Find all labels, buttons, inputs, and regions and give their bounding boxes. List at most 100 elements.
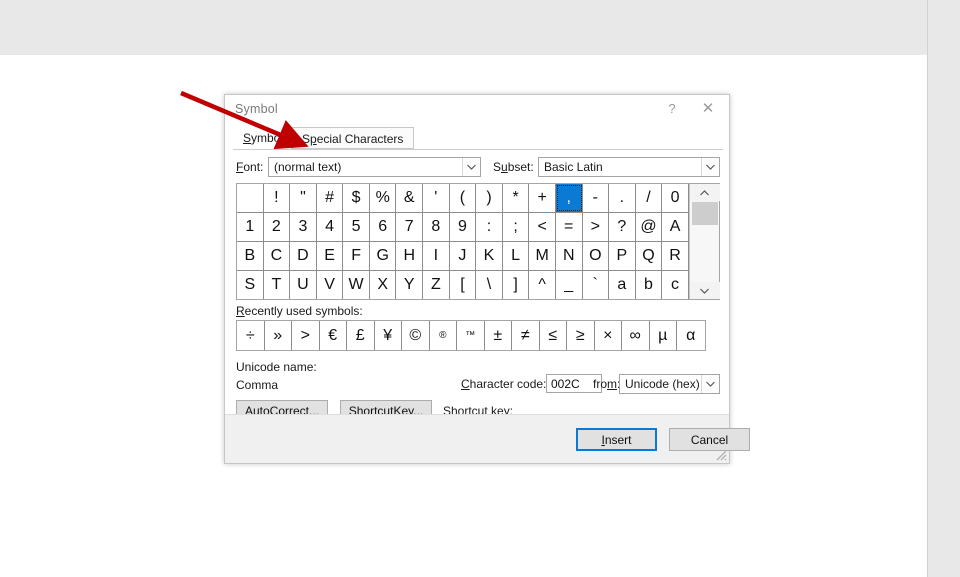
character-cell[interactable]: " (290, 184, 317, 212)
character-cell[interactable]: # (317, 184, 344, 212)
character-cell[interactable]: D (290, 242, 317, 270)
character-cell[interactable] (237, 184, 264, 212)
character-cell[interactable]: T (264, 271, 291, 299)
recent-symbol-cell[interactable]: × (595, 321, 622, 350)
character-cell[interactable]: ? (609, 213, 636, 241)
character-cell[interactable]: c (662, 271, 689, 299)
cancel-button[interactable]: Cancel (669, 428, 750, 451)
help-icon[interactable]: ? (655, 95, 689, 123)
recent-symbol-cell[interactable]: € (320, 321, 347, 350)
character-cell[interactable]: ) (476, 184, 503, 212)
character-cell[interactable]: = (556, 213, 583, 241)
character-cell[interactable]: 2 (264, 213, 291, 241)
character-cell[interactable]: 7 (396, 213, 424, 241)
character-cell[interactable]: H (396, 242, 424, 270)
chevron-down-icon[interactable] (701, 375, 719, 393)
character-cell[interactable]: % (370, 184, 397, 212)
close-icon[interactable]: ✕ (691, 95, 725, 123)
character-cell[interactable]: > (583, 213, 610, 241)
recent-symbol-cell[interactable]: ™ (457, 321, 485, 350)
character-cell[interactable]: 5 (343, 213, 370, 241)
character-grid[interactable]: ! " # $% & '() * +, -./0 1 2 3 4 5 6 7 8 9:; < = >? @ A B C D E F G H… (236, 183, 720, 300)
character-cell[interactable]: 4 (317, 213, 344, 241)
recent-symbol-cell[interactable]: ≤ (540, 321, 567, 350)
character-cell[interactable]: a (609, 271, 636, 299)
character-cell[interactable]: ' (423, 184, 450, 212)
recent-symbol-cell[interactable]: > (292, 321, 320, 350)
dialog-titlebar[interactable]: Symbol ? ✕ (225, 95, 729, 125)
chevron-down-icon[interactable] (462, 158, 480, 176)
character-cell[interactable]: + (529, 184, 556, 212)
character-cell[interactable]: \ (476, 271, 503, 299)
character-cell[interactable]: b (636, 271, 663, 299)
character-cell[interactable]: V (317, 271, 344, 299)
character-cell[interactable]: C (264, 242, 291, 270)
character-cell[interactable]: : (476, 213, 503, 241)
character-cell[interactable]: L (503, 242, 530, 270)
recent-symbol-cell[interactable]: ± (485, 321, 512, 350)
recent-symbol-cell[interactable]: ≥ (567, 321, 595, 350)
character-cell[interactable]: @ (636, 213, 663, 241)
character-cell[interactable]: . (609, 184, 636, 212)
character-cell[interactable]: E (317, 242, 344, 270)
character-cell[interactable]: J (450, 242, 477, 270)
character-cell[interactable]: K (476, 242, 503, 270)
character-cell[interactable]: F (343, 242, 370, 270)
character-cell[interactable]: ( (450, 184, 477, 212)
character-cell[interactable]: ] (503, 271, 530, 299)
insert-button[interactable]: Insert (576, 428, 657, 451)
character-cell[interactable]: & (396, 184, 424, 212)
character-cell[interactable]: P (609, 242, 636, 270)
recent-symbol-cell[interactable]: α (677, 321, 705, 350)
character-cell[interactable]: A (662, 213, 689, 241)
character-cell[interactable]: $ (343, 184, 370, 212)
character-cell[interactable]: N (556, 242, 583, 270)
character-cell-selected[interactable]: , (555, 184, 583, 212)
recently-used-symbols-grid[interactable]: ÷» > € £ ¥ © ® ™ ± ≠ ≤ ≥ × ∞ µ α (236, 320, 706, 351)
character-cell[interactable]: 3 (290, 213, 317, 241)
character-cell[interactable]: _ (556, 271, 583, 299)
character-cell[interactable]: ` (583, 271, 610, 299)
character-cell[interactable]: [ (450, 271, 477, 299)
character-grid-scrollbar[interactable] (688, 184, 720, 299)
recent-symbol-cell[interactable]: ∞ (622, 321, 650, 350)
chevron-down-icon[interactable] (701, 158, 719, 176)
character-cell[interactable]: 0 (662, 184, 689, 212)
scroll-up-icon[interactable] (689, 184, 720, 201)
character-grid-cells[interactable]: ! " # $% & '() * +, -./0 1 2 3 4 5 6 7 8 9:; < = >? @ A B C D E F G H… (237, 184, 689, 299)
recent-symbol-cell[interactable]: » (265, 321, 292, 350)
character-cell[interactable]: 8 (423, 213, 450, 241)
character-cell[interactable]: Z (423, 271, 450, 299)
character-cell[interactable]: * (503, 184, 530, 212)
character-cell[interactable]: 6 (370, 213, 397, 241)
character-cell[interactable]: M (529, 242, 556, 270)
font-dropdown[interactable]: (normal text) (268, 157, 481, 177)
character-cell[interactable]: X (370, 271, 397, 299)
character-cell[interactable]: O (583, 242, 610, 270)
character-cell[interactable]: U (290, 271, 317, 299)
subset-dropdown[interactable]: Basic Latin (538, 157, 720, 177)
recent-symbol-cell[interactable]: µ (650, 321, 677, 350)
character-cell[interactable]: Q (636, 242, 663, 270)
character-cell[interactable]: 9 (450, 213, 477, 241)
recent-symbol-cell[interactable]: ¥ (375, 321, 402, 350)
character-cell[interactable]: - (583, 184, 610, 212)
character-cell[interactable]: ! (264, 184, 291, 212)
scroll-down-icon[interactable] (689, 282, 720, 299)
character-cell[interactable]: Y (396, 271, 424, 299)
resize-grip-icon[interactable] (714, 448, 727, 461)
recent-symbol-cell[interactable]: ≠ (512, 321, 540, 350)
character-cell[interactable]: I (423, 242, 450, 270)
character-cell[interactable]: R (662, 242, 689, 270)
from-dropdown[interactable]: Unicode (hex) (619, 374, 720, 394)
character-cell[interactable]: / (636, 184, 663, 212)
recent-symbol-cell[interactable]: ÷ (237, 321, 265, 350)
tab-special-characters[interactable]: Special Characters (291, 127, 415, 149)
recent-symbol-cell[interactable]: ® (430, 321, 457, 350)
character-cell[interactable]: < (529, 213, 556, 241)
scrollbar-thumb[interactable] (691, 202, 718, 225)
character-cell[interactable]: ^ (529, 271, 556, 299)
character-cell[interactable]: 1 (237, 213, 264, 241)
tab-symbols[interactable]: Symbols (233, 127, 300, 149)
character-cell[interactable]: B (237, 242, 264, 270)
